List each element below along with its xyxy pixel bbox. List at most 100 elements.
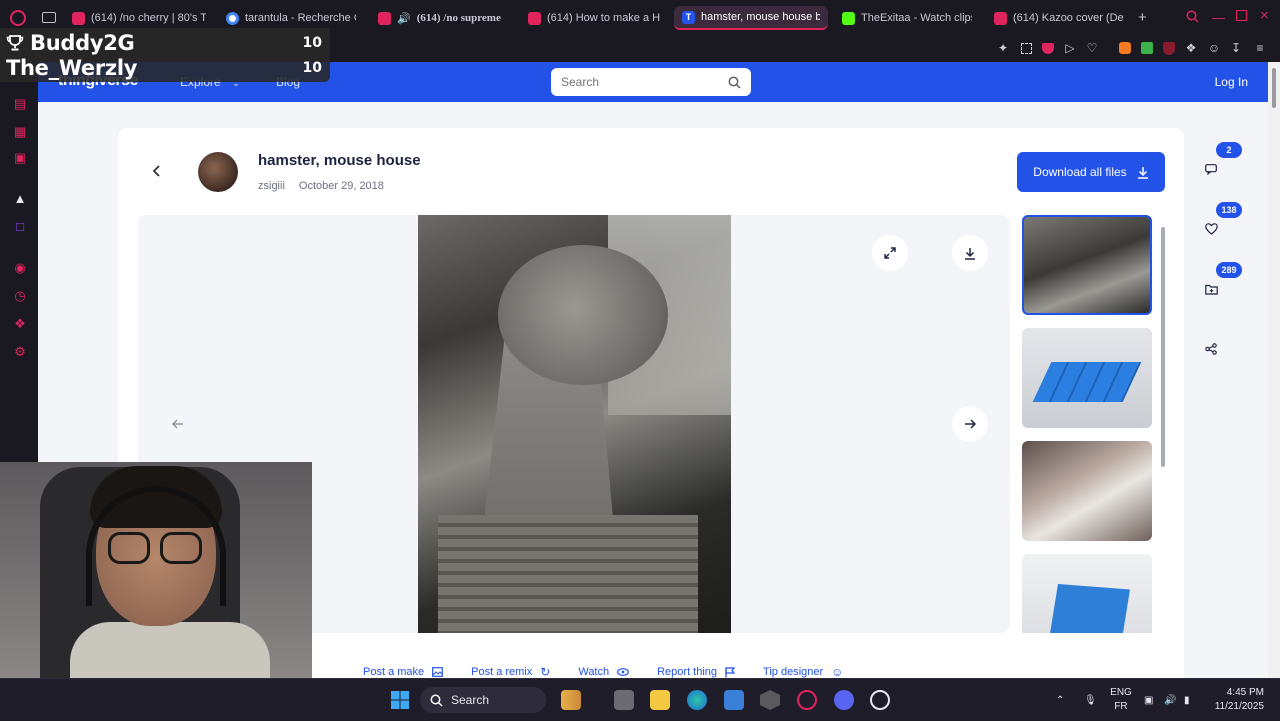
close-window-icon[interactable]: × [1260,7,1269,24]
download-icon [1137,166,1149,179]
pin-icon[interactable]: ✦ [995,40,1011,56]
thingiverse-favicon-icon: T [682,10,695,24]
youtube-favicon-icon [72,11,85,25]
tab-search-icon[interactable] [1186,10,1199,23]
thumbnail-scrollbar[interactable] [1159,215,1167,633]
taskbar-obs-icon[interactable] [870,690,890,710]
taskbar-search[interactable]: Search [420,687,546,713]
comments-button[interactable] [1196,154,1226,184]
new-tab-plus-icon[interactable]: + [1138,9,1147,26]
login-link[interactable]: Log In [1215,75,1248,89]
stream-score-overlay: Buddy2G 10 The_Werzly 10 [0,28,330,82]
thing-actions: Post a make Post a remix ↻ Watch Report … [363,665,843,678]
sidebar-aria-icon[interactable]: ▲ [12,190,28,206]
author-link[interactable]: zsigiii [258,180,285,192]
taskbar-opera-icon[interactable] [797,690,817,710]
thumbnail-4[interactable] [1022,554,1152,633]
taskbar-widget-icon[interactable] [561,690,581,710]
tray-network-icon[interactable]: ▣ [1144,679,1153,721]
taskbar-clock[interactable]: 4:45 PM 11/21/2025 [1206,686,1264,714]
tab-no-supreme[interactable]: 🔊 (614) /no supreme [370,6,514,30]
tray-battery-icon[interactable]: ▮ [1184,679,1190,721]
google-favicon-icon [226,11,239,25]
sidebar-history-icon[interactable]: ◷ [12,288,28,304]
back-arrow-icon[interactable] [152,164,162,178]
account-icon[interactable]: ☺ [1206,40,1222,56]
screenshot-icon[interactable] [1018,40,1034,56]
main-image-hamster-house[interactable] [418,215,731,633]
taskbar-edge-icon[interactable] [687,690,707,710]
menu-icon[interactable]: ≡ [1252,40,1268,56]
heart-icon[interactable]: ♡ [1084,40,1100,56]
extension-green-icon[interactable] [1139,40,1155,56]
pocket-icon[interactable] [1040,40,1056,56]
taskbar-unity-icon[interactable] [760,690,780,710]
search-input[interactable] [561,75,728,89]
trophy-icon [6,34,24,52]
extension-shield-icon[interactable] [1161,40,1177,56]
tab-islands-icon[interactable] [42,12,56,23]
sidebar-extensions-icon[interactable]: ❖ [12,316,28,332]
search-icon[interactable] [728,76,741,89]
post-a-make-button[interactable]: Post a make [363,665,444,678]
maximize-icon[interactable] [1236,10,1247,21]
sidebar-player-icon[interactable]: ◉ [12,260,28,276]
downloads-icon[interactable]: ↧ [1228,40,1244,56]
tab-hamster-mouse-house[interactable]: T hamster, mouse house by [674,6,828,30]
thumbnail-1[interactable] [1022,215,1152,315]
tip-designer-button[interactable]: Tip designer ☺ [763,665,843,678]
extension-orange-icon[interactable] [1117,40,1133,56]
tab-no-cherry[interactable]: (614) /no cherry | 80's T [64,6,214,30]
taskbar-file-explorer-icon[interactable] [650,690,670,710]
fullscreen-expand-icon[interactable] [872,235,908,271]
search-box [551,68,751,96]
share-icon[interactable] [1196,334,1226,364]
download-image-icon[interactable] [952,235,988,271]
post-a-remix-button[interactable]: Post a remix ↻ [471,665,550,678]
minimize-icon[interactable]: — [1212,10,1225,25]
tab-how-to-make[interactable]: (614) How to make a Ha [520,6,668,30]
publish-date: October 29, 2018 [298,180,384,192]
tray-volume-icon[interactable]: 🔊 [1164,679,1176,721]
page-scrollbar[interactable] [1268,62,1280,678]
sidebar-twitch-icon[interactable]: □ [12,218,28,234]
extension-toolbar: ✦ ▷ ♡ ❖ ☺ ↧ ≡ [330,36,1280,62]
tab-tarantula-search[interactable]: tarantula - Recherche G [218,6,364,30]
play-icon[interactable]: ▷ [1062,40,1078,56]
thumbnail-3[interactable] [1022,441,1152,541]
thumbnail-2[interactable] [1022,328,1152,428]
like-heart-icon[interactable] [1196,214,1226,244]
sidebar-crypto-wallet-icon[interactable]: ▤ [12,96,28,112]
previous-image-arrow-icon[interactable] [160,406,196,442]
thing-meta: zsigiii October 29, 2018 [258,180,384,192]
sidebar-flow-icon[interactable]: ▦ [12,124,28,140]
author-avatar[interactable] [198,152,238,192]
speaker-icon[interactable]: 🔊 [397,12,411,25]
taskbar-discord-icon[interactable] [834,690,854,710]
youtube-favicon-icon [994,11,1007,25]
likes-count-badge: 138 [1216,202,1242,218]
extensions-puzzle-icon[interactable]: ❖ [1183,40,1199,56]
opera-logo-icon[interactable] [10,10,26,26]
watch-button[interactable]: Watch [578,665,630,678]
report-thing-button[interactable]: Report thing [657,665,736,678]
thumbnail-strip [1020,215,1160,633]
tab-kazoo-cover[interactable]: (614) Kazoo cover (Dete [986,6,1132,30]
sidebar-messenger-icon[interactable]: ▣ [12,150,28,166]
windows-start-icon[interactable] [390,690,410,710]
download-all-files-button[interactable]: Download all files [1017,152,1165,192]
language-indicator[interactable]: ENG FR [1108,686,1134,714]
windows-taskbar: Search ⌃ 🎙 ENG FR ▣ 🔊 ▮ 4:45 PM 11/21/20… [0,678,1280,720]
tray-chevron-up-icon[interactable]: ⌃ [1056,679,1064,721]
tray-microphone-icon[interactable]: 🎙 [1084,679,1097,721]
collect-folder-icon[interactable] [1196,274,1226,304]
youtube-favicon-icon [378,11,391,25]
sidebar-settings-icon[interactable]: ⚙ [12,344,28,360]
side-action-rail: 2 138 289 [1196,142,1242,394]
taskbar-store-icon[interactable] [724,690,744,710]
eye-icon [617,668,630,676]
comments-count-badge: 2 [1216,142,1242,158]
next-image-arrow-icon[interactable] [952,406,988,442]
taskbar-task-view-icon[interactable] [614,690,634,710]
tab-theexitaa-clips[interactable]: TheExitaa - Watch clips [834,6,980,30]
